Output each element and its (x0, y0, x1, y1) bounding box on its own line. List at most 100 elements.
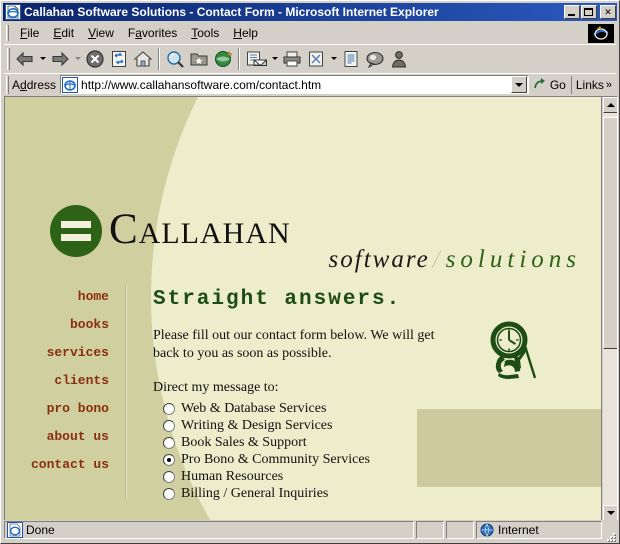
close-icon: ✕ (604, 7, 612, 17)
radio-web-database[interactable] (163, 402, 175, 415)
discuss-button[interactable] (339, 47, 363, 70)
menu-favorites[interactable]: Favorites (121, 24, 184, 43)
ie-animated-logo (588, 24, 614, 43)
site-navigation: home books services clients pro bono abo… (5, 289, 111, 485)
nav-item-home[interactable]: home (5, 289, 111, 317)
scroll-track[interactable] (603, 113, 617, 505)
print-button[interactable] (280, 47, 304, 70)
stop-button[interactable] (83, 47, 107, 70)
menu-tools[interactable]: Tools (184, 24, 226, 43)
home-button[interactable] (131, 47, 155, 70)
radio-row-human-resources[interactable]: Human Resources (163, 468, 573, 485)
edit-page-icon (309, 51, 323, 66)
radio-row-billing[interactable]: Billing / General Inquiries (163, 485, 573, 502)
favorites-button[interactable] (187, 47, 211, 70)
tagline-solutions: solutions (445, 246, 581, 273)
printer-icon (283, 51, 301, 66)
security-zone-pane[interactable]: Internet (476, 521, 602, 539)
radio-row-pro-bono[interactable]: Pro Bono & Community Services (163, 451, 573, 468)
nav-item-services[interactable]: services (5, 345, 111, 373)
scroll-down-arrow-icon (606, 511, 615, 515)
menu-file[interactable]: File (13, 24, 46, 43)
home-icon (133, 50, 153, 67)
forward-arrow-icon (52, 51, 69, 66)
globe-icon (480, 523, 494, 537)
chevron-down-icon (514, 82, 523, 87)
radio-row-book-sales[interactable]: Book Sales & Support (163, 434, 573, 451)
address-url-text[interactable]: http://www.callahansoftware.com/contact.… (81, 78, 511, 92)
person-icon (391, 50, 407, 67)
radio-book-sales[interactable] (163, 436, 175, 449)
scroll-thumb[interactable] (603, 117, 617, 349)
document-lines-icon (344, 50, 358, 67)
radio-label-writing-design: Writing & Design Services (181, 417, 333, 433)
address-dropdown-button[interactable] (510, 76, 527, 93)
toolbar-grip[interactable] (7, 47, 10, 70)
radio-row-writing-design[interactable]: Writing & Design Services (163, 417, 573, 434)
links-chevron-icon: » (605, 78, 612, 91)
links-label: Links (575, 77, 604, 92)
go-label: Go (549, 77, 566, 92)
favorites-folder-icon (190, 53, 208, 65)
forward-button[interactable] (48, 47, 72, 70)
nav-item-clients[interactable]: clients (5, 373, 111, 401)
edit-dropdown-arrow[interactable] (328, 47, 339, 70)
ie-page-icon (5, 4, 21, 20)
maximize-button[interactable] (581, 5, 597, 19)
page-headline: Straight answers. (153, 288, 402, 311)
radio-label-book-sales: Book Sales & Support (181, 434, 307, 450)
search-button[interactable] (163, 47, 187, 70)
menubar-grip[interactable] (6, 25, 9, 41)
vertical-scrollbar[interactable] (601, 97, 617, 521)
mail-button[interactable] (243, 47, 269, 70)
radio-pro-bono[interactable] (163, 453, 175, 466)
radio-human-resources[interactable] (163, 470, 175, 483)
messenger-button[interactable] (387, 47, 411, 70)
status-pane-2 (416, 521, 444, 539)
menu-help[interactable]: Help (226, 24, 265, 43)
resize-grip[interactable] (604, 522, 618, 541)
toolbar (4, 44, 616, 72)
toolbar-separator-2 (238, 47, 240, 70)
close-button[interactable]: ✕ (600, 5, 616, 19)
ie-page-icon (62, 76, 79, 93)
address-input[interactable]: http://www.callahansoftware.com/contact.… (60, 75, 529, 94)
edit-button[interactable] (304, 47, 328, 70)
addressbar-grip[interactable] (6, 75, 9, 94)
mail-dropdown-arrow[interactable] (269, 47, 280, 70)
address-bar: Address http://www.callahansoftware.com/… (4, 73, 616, 95)
menu-bar: File Edit View Favorites Tools Help (4, 23, 616, 43)
radio-writing-design[interactable] (163, 419, 175, 432)
status-bar: Done Internet (4, 520, 618, 541)
history-button[interactable] (211, 47, 235, 70)
nav-item-about-us[interactable]: about us (5, 429, 111, 457)
forward-dropdown-arrow[interactable] (72, 47, 83, 70)
brand-tagline: software / solutions (5, 245, 581, 275)
window-title: Callahan Software Solutions - Contact Fo… (24, 5, 439, 19)
radio-row-web-database[interactable]: Web & Database Services (163, 400, 573, 417)
nav-item-contact-us[interactable]: contact us (5, 457, 111, 485)
back-dropdown-arrow[interactable] (37, 47, 48, 70)
scroll-down-button[interactable] (603, 505, 617, 521)
go-button[interactable]: Go (529, 75, 571, 95)
scroll-up-button[interactable] (603, 97, 617, 113)
tagline-software: software (328, 246, 430, 273)
history-icon (215, 50, 233, 67)
menu-edit[interactable]: Edit (46, 24, 81, 43)
refresh-button[interactable] (107, 47, 131, 70)
links-button[interactable]: Links » (570, 75, 616, 94)
intro-paragraph: Please fill out our contact form below. … (153, 328, 435, 361)
browser-window: Callahan Software Solutions - Contact Fo… (0, 0, 620, 544)
status-pane-3 (446, 521, 474, 539)
menu-view[interactable]: View (81, 24, 121, 43)
main-content: Straight answers. Please fill out our co… (153, 287, 573, 521)
back-button[interactable] (13, 47, 37, 70)
radio-label-web-database: Web & Database Services (181, 400, 327, 416)
web-page-content: Callahan software / solutions home books s… (5, 97, 601, 521)
nav-item-books[interactable]: books (5, 317, 111, 345)
status-message-pane: Done (4, 521, 414, 539)
discuss-bubble-button[interactable] (363, 47, 387, 70)
minimize-button[interactable] (564, 5, 580, 19)
nav-item-pro-bono[interactable]: pro bono (5, 401, 111, 429)
radio-billing[interactable] (163, 487, 175, 500)
